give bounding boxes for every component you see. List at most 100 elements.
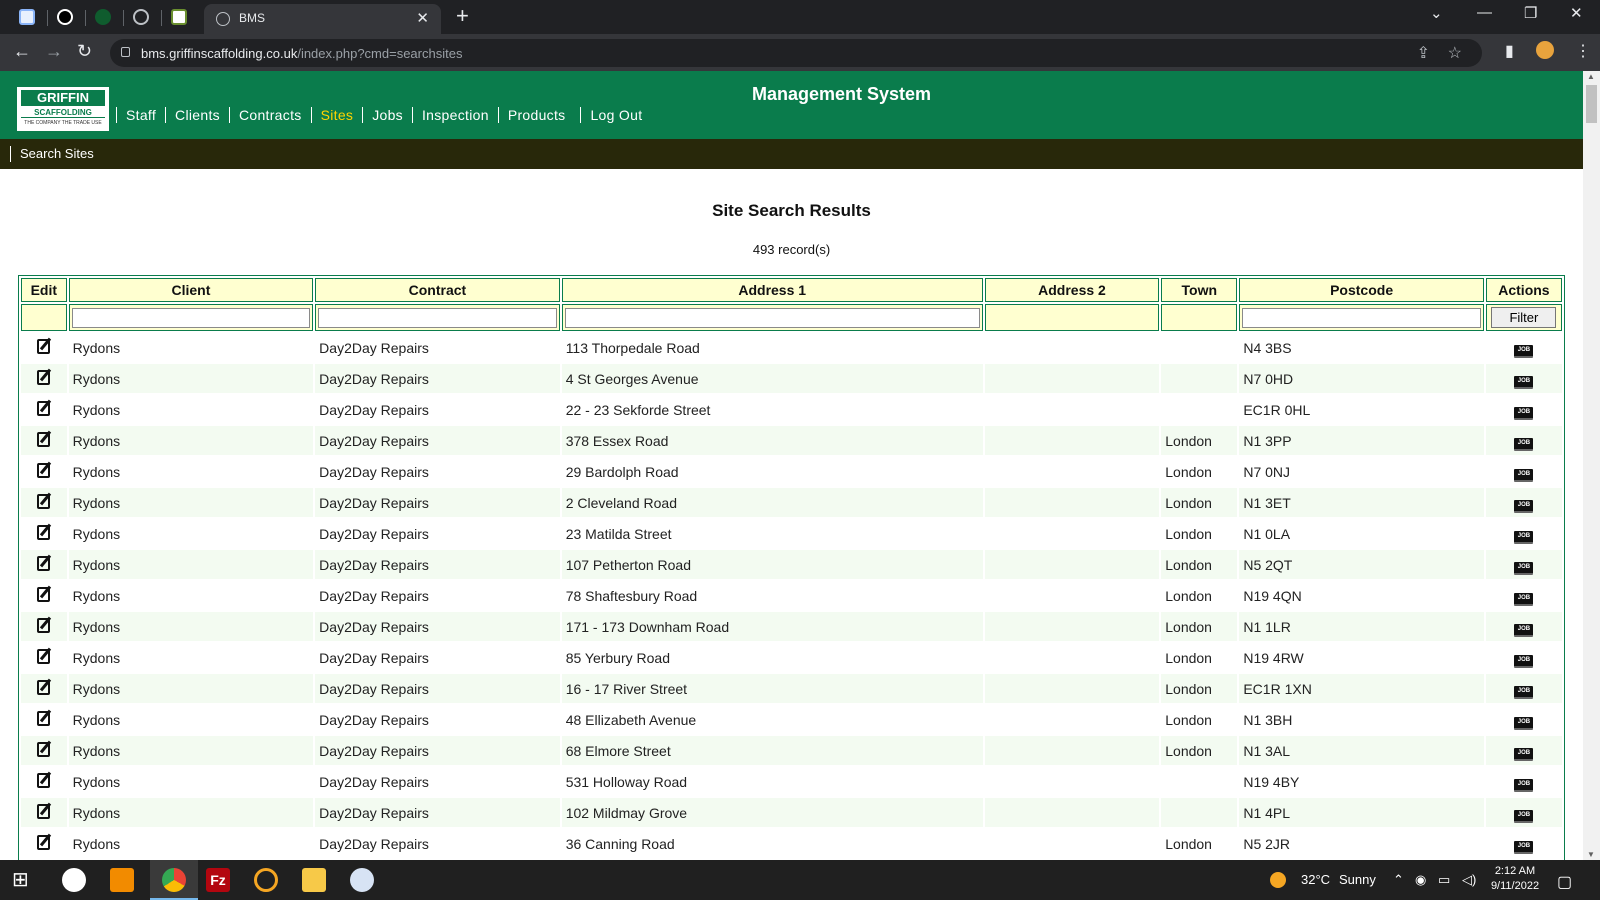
pinned-tab-5[interactable] xyxy=(166,6,192,28)
job-icon[interactable]: JOB xyxy=(1514,406,1534,420)
job-icon[interactable]: JOB xyxy=(1514,623,1534,637)
client-cell: Rydons xyxy=(68,550,314,579)
paint-icon[interactable] xyxy=(350,868,374,892)
menu-item-sites[interactable]: Sites xyxy=(310,107,363,123)
edit-icon[interactable] xyxy=(37,648,51,664)
job-icon[interactable]: JOB xyxy=(1514,685,1534,699)
job-icon[interactable]: JOB xyxy=(1514,654,1534,668)
job-icon[interactable]: JOB xyxy=(1514,809,1534,823)
weather-temp[interactable]: 32°C xyxy=(1301,872,1330,887)
job-icon[interactable]: JOB xyxy=(1514,592,1534,606)
postcode-filter-input[interactable] xyxy=(1242,307,1481,328)
menu-item-contracts[interactable]: Contracts xyxy=(228,107,311,123)
address1-cell: 2 Cleveland Road xyxy=(561,488,983,517)
sublime-text-icon[interactable] xyxy=(110,868,134,892)
minimize-icon[interactable]: — xyxy=(1477,4,1492,21)
edit-icon[interactable] xyxy=(37,524,51,540)
file-explorer-icon[interactable] xyxy=(302,868,326,892)
pinned-tab-3[interactable] xyxy=(90,6,116,28)
chevron-down-icon[interactable]: ⌄ xyxy=(1430,4,1443,22)
job-icon[interactable]: JOB xyxy=(1514,530,1534,544)
volume-icon[interactable]: ◁) xyxy=(1462,872,1476,888)
edit-icon[interactable] xyxy=(37,400,51,416)
edit-icon[interactable] xyxy=(37,493,51,509)
pinned-tab-4[interactable] xyxy=(128,6,154,28)
filezilla-icon[interactable]: Fz xyxy=(206,868,230,892)
job-icon[interactable]: JOB xyxy=(1514,344,1534,358)
griffin-logo[interactable]: GRIFFIN SCAFFOLDING THE COMPANY THE TRAD… xyxy=(17,87,109,131)
network-icon[interactable]: ▭ xyxy=(1438,872,1450,888)
edit-icon[interactable] xyxy=(37,555,51,571)
tray-chevron-icon[interactable]: ⌃ xyxy=(1393,872,1404,888)
edit-icon[interactable] xyxy=(37,338,51,354)
notification-icon[interactable]: ▢ xyxy=(1557,872,1572,892)
side-panel-icon[interactable]: ▮ xyxy=(1505,41,1514,61)
pinned-tab-2[interactable] xyxy=(52,6,78,28)
edit-icon[interactable] xyxy=(37,741,51,757)
more-menu-icon[interactable]: ⋮ xyxy=(1575,41,1591,61)
scrollbar-thumb[interactable] xyxy=(1586,85,1597,123)
menu-item-clients[interactable]: Clients xyxy=(165,107,229,123)
scroll-down-arrow-icon[interactable]: ▼ xyxy=(1587,850,1595,859)
windows-start-icon[interactable]: ⊞ xyxy=(12,867,36,891)
back-arrow-icon[interactable]: ← xyxy=(13,41,31,62)
client-filter-input[interactable] xyxy=(71,307,311,328)
chrome-icon[interactable] xyxy=(162,868,186,892)
job-icon[interactable]: JOB xyxy=(1514,468,1534,482)
camera-icon[interactable]: ◉ xyxy=(1415,872,1426,888)
address1-filter-input[interactable] xyxy=(564,307,980,328)
search-sites-link[interactable]: Search Sites xyxy=(10,146,94,162)
edit-icon[interactable] xyxy=(37,710,51,726)
new-tab-icon[interactable]: + xyxy=(456,3,469,29)
table-row: Rydons Day2Day Repairs 378 Essex Road Lo… xyxy=(21,426,1562,455)
share-icon[interactable]: ⇪ xyxy=(1417,43,1430,63)
edit-icon[interactable] xyxy=(37,462,51,478)
job-icon[interactable]: JOB xyxy=(1514,747,1534,761)
postcode-cell: N1 3PP xyxy=(1239,426,1484,455)
logo-brand: GRIFFIN xyxy=(21,90,105,106)
job-icon[interactable]: JOB xyxy=(1514,716,1534,730)
edit-icon[interactable] xyxy=(37,431,51,447)
star-icon[interactable]: ☆ xyxy=(1448,43,1462,63)
menu-item-logout[interactable]: Log Out xyxy=(580,107,651,123)
scroll-up-arrow-icon[interactable]: ▲ xyxy=(1587,72,1595,81)
colorful-app-icon[interactable] xyxy=(254,868,278,892)
system-title: Management System xyxy=(752,84,932,104)
menu-item-inspection[interactable]: Inspection xyxy=(411,107,498,123)
menu-item-staff[interactable]: Staff xyxy=(116,107,165,123)
window-close-icon[interactable]: ✕ xyxy=(1570,4,1583,22)
menu-item-products[interactable]: Products xyxy=(497,107,575,123)
job-icon[interactable]: JOB xyxy=(1514,561,1534,575)
system-clock[interactable]: 2:12 AM 9/11/2022 xyxy=(1480,864,1550,894)
page-scrollbar[interactable]: ▲ ▼ xyxy=(1583,71,1600,860)
notes-app-icon[interactable] xyxy=(62,868,86,892)
menu-item-jobs[interactable]: Jobs xyxy=(362,107,412,123)
address1-cell: 378 Essex Road xyxy=(561,426,983,455)
edit-icon[interactable] xyxy=(37,679,51,695)
pinned-tab-1[interactable] xyxy=(14,6,40,28)
job-icon[interactable]: JOB xyxy=(1514,499,1534,513)
town-cell: London xyxy=(1161,612,1238,641)
edit-icon[interactable] xyxy=(37,803,51,819)
edit-icon[interactable] xyxy=(37,586,51,602)
edit-icon[interactable] xyxy=(37,369,51,385)
address-bar[interactable]: bms.griffinscaffolding.co.uk/index.php?c… xyxy=(110,39,1482,67)
job-icon[interactable]: JOB xyxy=(1514,437,1534,451)
weather-text[interactable]: Sunny xyxy=(1339,872,1376,887)
edit-icon[interactable] xyxy=(37,617,51,633)
contract-filter-input[interactable] xyxy=(318,307,557,328)
reload-icon[interactable]: ↻ xyxy=(77,41,92,62)
filter-button[interactable]: Filter xyxy=(1491,307,1557,328)
active-tab[interactable]: BMS ✕ xyxy=(204,4,441,34)
job-icon[interactable]: JOB xyxy=(1514,375,1534,389)
edit-icon[interactable] xyxy=(37,772,51,788)
profile-avatar-icon[interactable] xyxy=(1536,41,1554,59)
tab-separator xyxy=(47,10,48,26)
edit-icon[interactable] xyxy=(37,834,51,850)
restore-icon[interactable]: ❐ xyxy=(1524,4,1537,22)
forward-arrow-icon[interactable]: → xyxy=(45,41,63,62)
close-icon[interactable]: ✕ xyxy=(416,9,429,27)
weather-sun-icon[interactable] xyxy=(1270,872,1286,888)
job-icon[interactable]: JOB xyxy=(1514,778,1534,792)
job-icon[interactable]: JOB xyxy=(1514,840,1534,854)
